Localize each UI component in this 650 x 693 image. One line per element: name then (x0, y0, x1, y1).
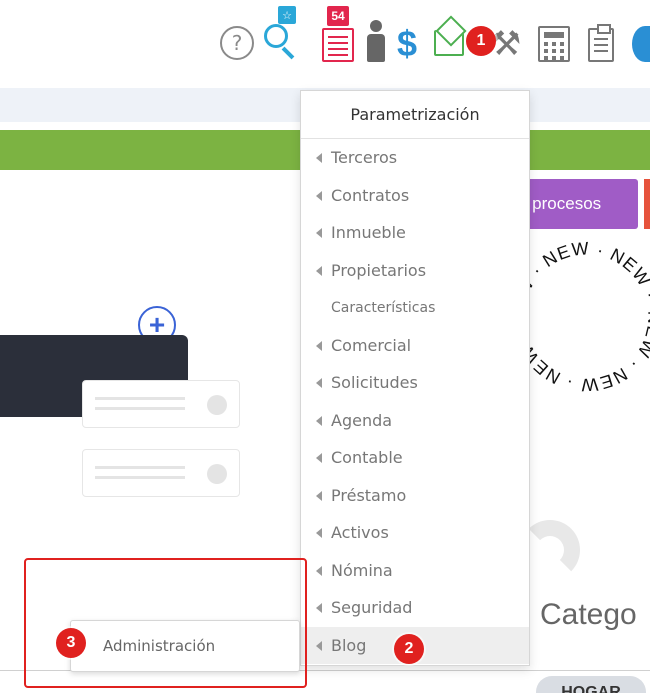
menu-item-seguridad[interactable]: Seguridad (301, 589, 529, 627)
menu-item-nomina[interactable]: Nómina (301, 552, 529, 590)
menu-item-label: Inmueble (331, 223, 406, 243)
notifications-document-icon[interactable]: 54 (318, 6, 358, 66)
document-icon (322, 28, 354, 62)
placeholder-card (82, 449, 240, 497)
menu-item-label: Contable (331, 448, 403, 468)
menu-item-label: Solicitudes (331, 373, 418, 393)
user-body (367, 34, 385, 62)
caret-left-icon (316, 603, 322, 613)
user-head (370, 20, 382, 32)
placeholder-dot (207, 395, 227, 415)
favorites-search-icon[interactable]: ☆ (258, 6, 302, 64)
envelope-icon (434, 30, 464, 56)
menu-item-label: Préstamo (331, 485, 407, 505)
hogar-tag[interactable]: HOGAR (536, 676, 646, 693)
caret-left-icon (316, 528, 322, 538)
placeholder-line (95, 476, 185, 479)
placeholder-line (95, 397, 185, 400)
menu-item-propietarios[interactable]: Propietarios (301, 252, 529, 290)
menu-item-inmueble[interactable]: Inmueble (301, 214, 529, 252)
help-icon-glyph: ? (231, 31, 243, 55)
placeholder-card (82, 380, 240, 428)
menu-item-terceros[interactable]: Terceros (301, 139, 529, 177)
caret-left-icon (316, 378, 322, 388)
parametrizacion-dropdown: Parametrización Terceros Contratos Inmuebl… (300, 90, 530, 666)
help-icon[interactable]: ? (220, 26, 254, 60)
menu-item-label: Activos (331, 523, 389, 543)
notification-count-badge: 54 (327, 6, 349, 26)
menu-item-label: Blog (331, 635, 367, 655)
menu-item-contable[interactable]: Contable (301, 439, 529, 477)
magnifier-lens (264, 24, 288, 48)
caret-left-icon (316, 265, 322, 276)
step-marker-1: 1 (466, 26, 496, 56)
menu-item-comercial[interactable]: Comercial (301, 327, 529, 365)
menu-item-label: Características (331, 299, 436, 316)
placeholder-line (95, 407, 185, 410)
administracion-menu-item[interactable]: Administración (70, 620, 300, 672)
caret-left-icon (316, 228, 322, 238)
menu-item-agenda[interactable]: Agenda (301, 402, 529, 440)
menu-item-caracteristicas[interactable]: Características (301, 289, 529, 327)
caret-left-icon (316, 640, 322, 651)
menu-item-label: Contratos (331, 185, 410, 205)
category-heading: Catego (540, 598, 637, 631)
caret-left-icon (316, 153, 322, 163)
dropdown-items: Terceros Contratos Inmueble Propietarios Car… (301, 139, 529, 664)
menu-item-activos[interactable]: Activos (301, 514, 529, 552)
menu-item-prestamo[interactable]: Préstamo (301, 477, 529, 515)
step-marker-2: 2 (394, 634, 424, 664)
step-marker-3: 3 (56, 628, 86, 658)
clipboard-body (588, 24, 614, 62)
menu-item-label: Nómina (331, 560, 393, 580)
caret-left-icon (316, 565, 322, 576)
red-action-button[interactable] (644, 179, 650, 229)
dollar-icon[interactable]: $ (394, 22, 420, 66)
menu-item-contratos[interactable]: Contratos (301, 177, 529, 215)
caret-left-icon (316, 340, 322, 351)
calculator-body (538, 26, 570, 62)
caret-left-icon (316, 415, 322, 426)
menu-item-label: Terceros (331, 148, 398, 168)
calculator-icon[interactable] (536, 24, 572, 64)
placeholder-dot (207, 464, 227, 484)
dollar-glyph: $ (396, 23, 418, 64)
menu-item-solicitudes[interactable]: Solicitudes (301, 364, 529, 402)
star-icon: ☆ (278, 6, 296, 24)
caret-left-icon (316, 490, 322, 501)
menu-item-label: Propietarios (331, 260, 427, 280)
clipboard-icon[interactable] (586, 22, 616, 66)
top-toolbar: ? ☆ 54 $ ⚒ (0, 0, 650, 88)
user-icon[interactable] (364, 18, 388, 66)
magnifier-handle (281, 46, 295, 60)
menu-item-label: Seguridad (331, 598, 413, 618)
placeholder-line (95, 466, 185, 469)
menu-item-label: Agenda (331, 410, 393, 430)
caret-left-icon (316, 453, 322, 463)
caret-left-icon (316, 190, 322, 201)
menu-item-label: Comercial (331, 335, 412, 355)
palette-icon[interactable] (632, 26, 650, 62)
dropdown-header: Parametrización (301, 91, 529, 139)
